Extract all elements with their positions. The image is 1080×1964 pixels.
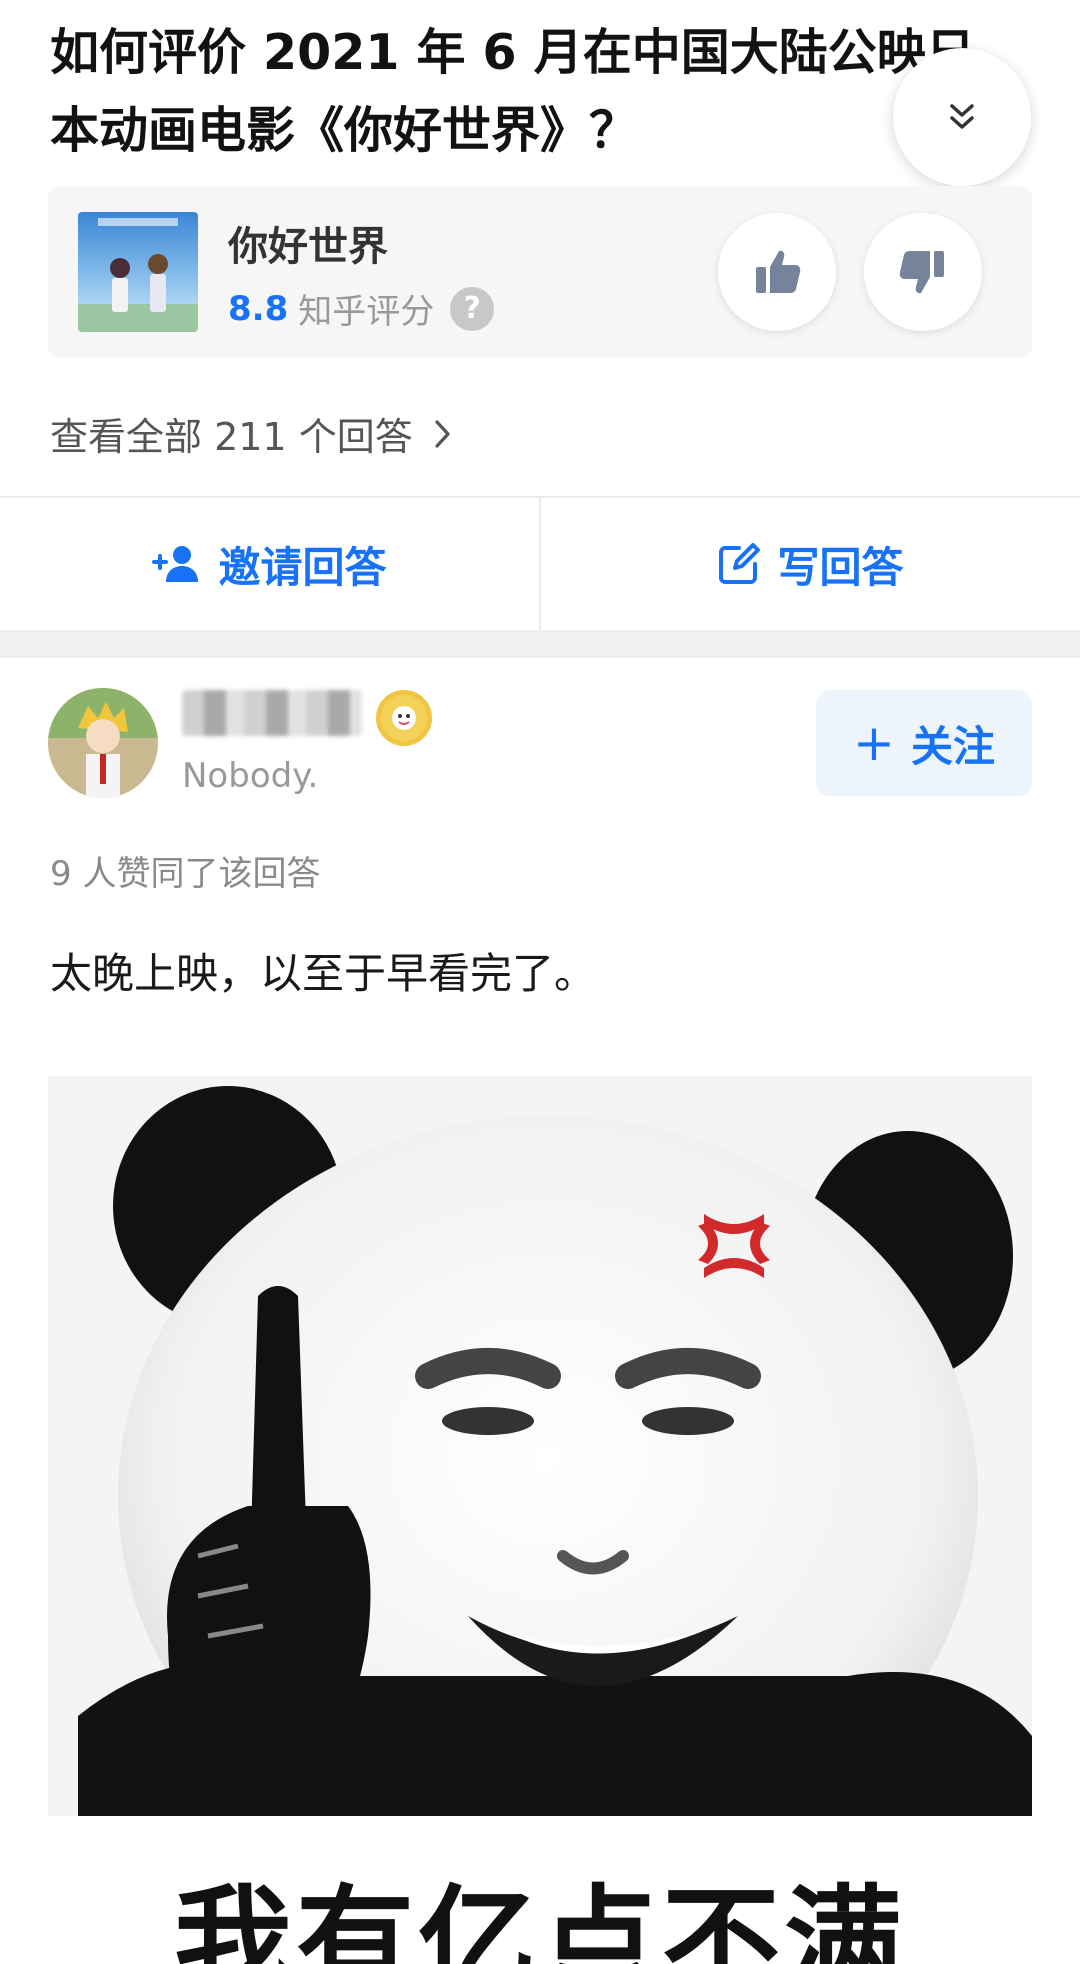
- plus-icon: +: [853, 714, 895, 772]
- author-name-redacted[interactable]: [182, 690, 362, 736]
- question-mark-icon[interactable]: ?: [450, 286, 495, 331]
- edit-icon: [719, 543, 761, 584]
- upvote-count-text: 9 人赞同了该回答: [50, 854, 321, 894]
- double-chevron-down-icon: [950, 104, 974, 129]
- collapse-button[interactable]: [893, 48, 1031, 186]
- author-bio: Nobody.: [182, 756, 319, 796]
- movie-poster: [78, 212, 198, 332]
- section-divider: [0, 630, 1080, 658]
- like-button[interactable]: [718, 213, 836, 331]
- question-title[interactable]: 如何评价 2021 年 6 月在中国大陆公映日本动画电影《你好世界》？: [50, 14, 1010, 170]
- movie-rating: 8.8 知乎评分 ?: [228, 284, 495, 333]
- movie-card[interactable]: 你好世界 8.8 知乎评分 ?: [48, 186, 1032, 358]
- thumbs-down-icon: [899, 251, 944, 294]
- badge-icon: [392, 706, 416, 730]
- zhihu-question-page: 如何评价 2021 年 6 月在中国大陆公映日本动画电影《你好世界》？ 你好世界…: [0, 0, 1080, 1964]
- question-action-bar: 邀请回答 写回答: [0, 496, 1080, 630]
- meme-caption: 我有亿点不满: [173, 1873, 906, 1964]
- view-all-answers-label: 查看全部 211 个回答: [50, 415, 413, 459]
- author-badge[interactable]: [376, 690, 432, 746]
- thumbs-up-icon: [756, 250, 801, 293]
- chevron-right-icon: [435, 419, 450, 448]
- answer-meme-image[interactable]: 我有亿点不满: [48, 1076, 1032, 1964]
- panda-meme-illustration: [48, 1076, 1032, 1964]
- write-answer-button[interactable]: 写回答: [541, 498, 1080, 630]
- view-all-answers-link[interactable]: 查看全部 211 个回答: [50, 406, 453, 461]
- invite-answer-button[interactable]: 邀请回答: [0, 498, 539, 630]
- add-person-icon: [152, 546, 199, 582]
- invite-answer-label: 邀请回答: [218, 542, 387, 592]
- movie-title: 你好世界: [228, 224, 388, 270]
- follow-label: 关注: [910, 721, 995, 771]
- rating-label: 知乎评分: [298, 292, 435, 332]
- answer-content: 太晚上映，以至于早看完了。: [50, 949, 597, 998]
- rating-score: 8.8: [228, 288, 289, 329]
- dislike-button[interactable]: [864, 213, 982, 331]
- follow-button[interactable]: + 关注: [816, 690, 1032, 796]
- author-avatar[interactable]: [48, 688, 158, 798]
- write-answer-label: 写回答: [777, 542, 904, 592]
